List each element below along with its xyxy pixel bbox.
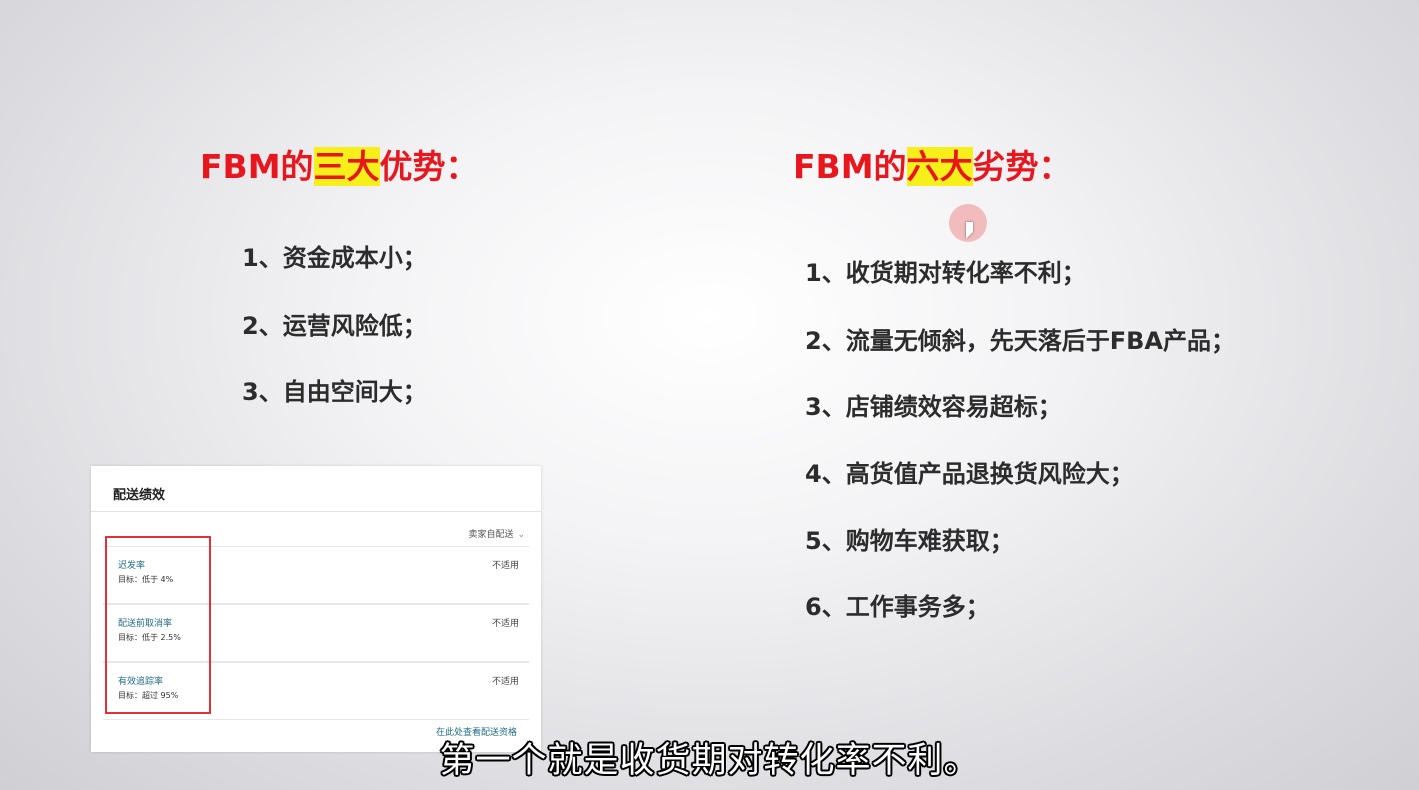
list-item: 3、店铺绩效容易超标；: [805, 393, 1062, 421]
advantages-heading: FBM的三大优势：: [200, 140, 479, 188]
heading-suffix: 优势：: [379, 147, 479, 186]
heading-prefix: FBM的: [793, 147, 907, 186]
heading-highlight: 三大: [313, 147, 380, 186]
video-subtitle: 第一个就是收货期对转化率不利。: [439, 741, 980, 781]
heading-highlight: 六大: [906, 147, 973, 186]
list-item: 4、高货值产品退换货风险大；: [805, 460, 1134, 488]
list-item: 1、收货期对转化率不利；: [805, 259, 1086, 287]
list-item: 2、运营风险低；: [242, 312, 427, 340]
metric-status: 不适用: [491, 619, 519, 629]
shipping-performance-panel: 配送绩效 卖家自配送 ⌄ 迟发率 目标：低于 4% 不适用 配送前取消率 目标：低…: [91, 466, 541, 752]
disadvantages-heading: FBM的六大劣势：: [793, 140, 1072, 188]
fulfillment-select-value: 卖家自配送: [468, 530, 514, 540]
heading-suffix: 劣势：: [972, 147, 1072, 186]
list-item: 3、自由空间大；: [242, 378, 427, 406]
list-item: 6、工作事务多；: [805, 593, 990, 621]
metric-status: 不适用: [491, 561, 519, 571]
list-item: 5、购物车难获取；: [805, 527, 1014, 555]
chevron-down-icon: ⌄: [517, 530, 525, 540]
panel-title: 配送绩效: [91, 466, 541, 512]
fulfillment-select[interactable]: 卖家自配送 ⌄: [468, 527, 525, 540]
metric-status: 不适用: [491, 677, 519, 687]
heading-prefix: FBM的: [200, 147, 314, 186]
list-item: 1、资金成本小；: [242, 244, 427, 272]
mouse-pointer-icon: [966, 222, 973, 239]
list-item: 2、流量无倾斜，先天落后于FBA产品；: [805, 327, 1235, 355]
highlight-box: [105, 536, 211, 714]
